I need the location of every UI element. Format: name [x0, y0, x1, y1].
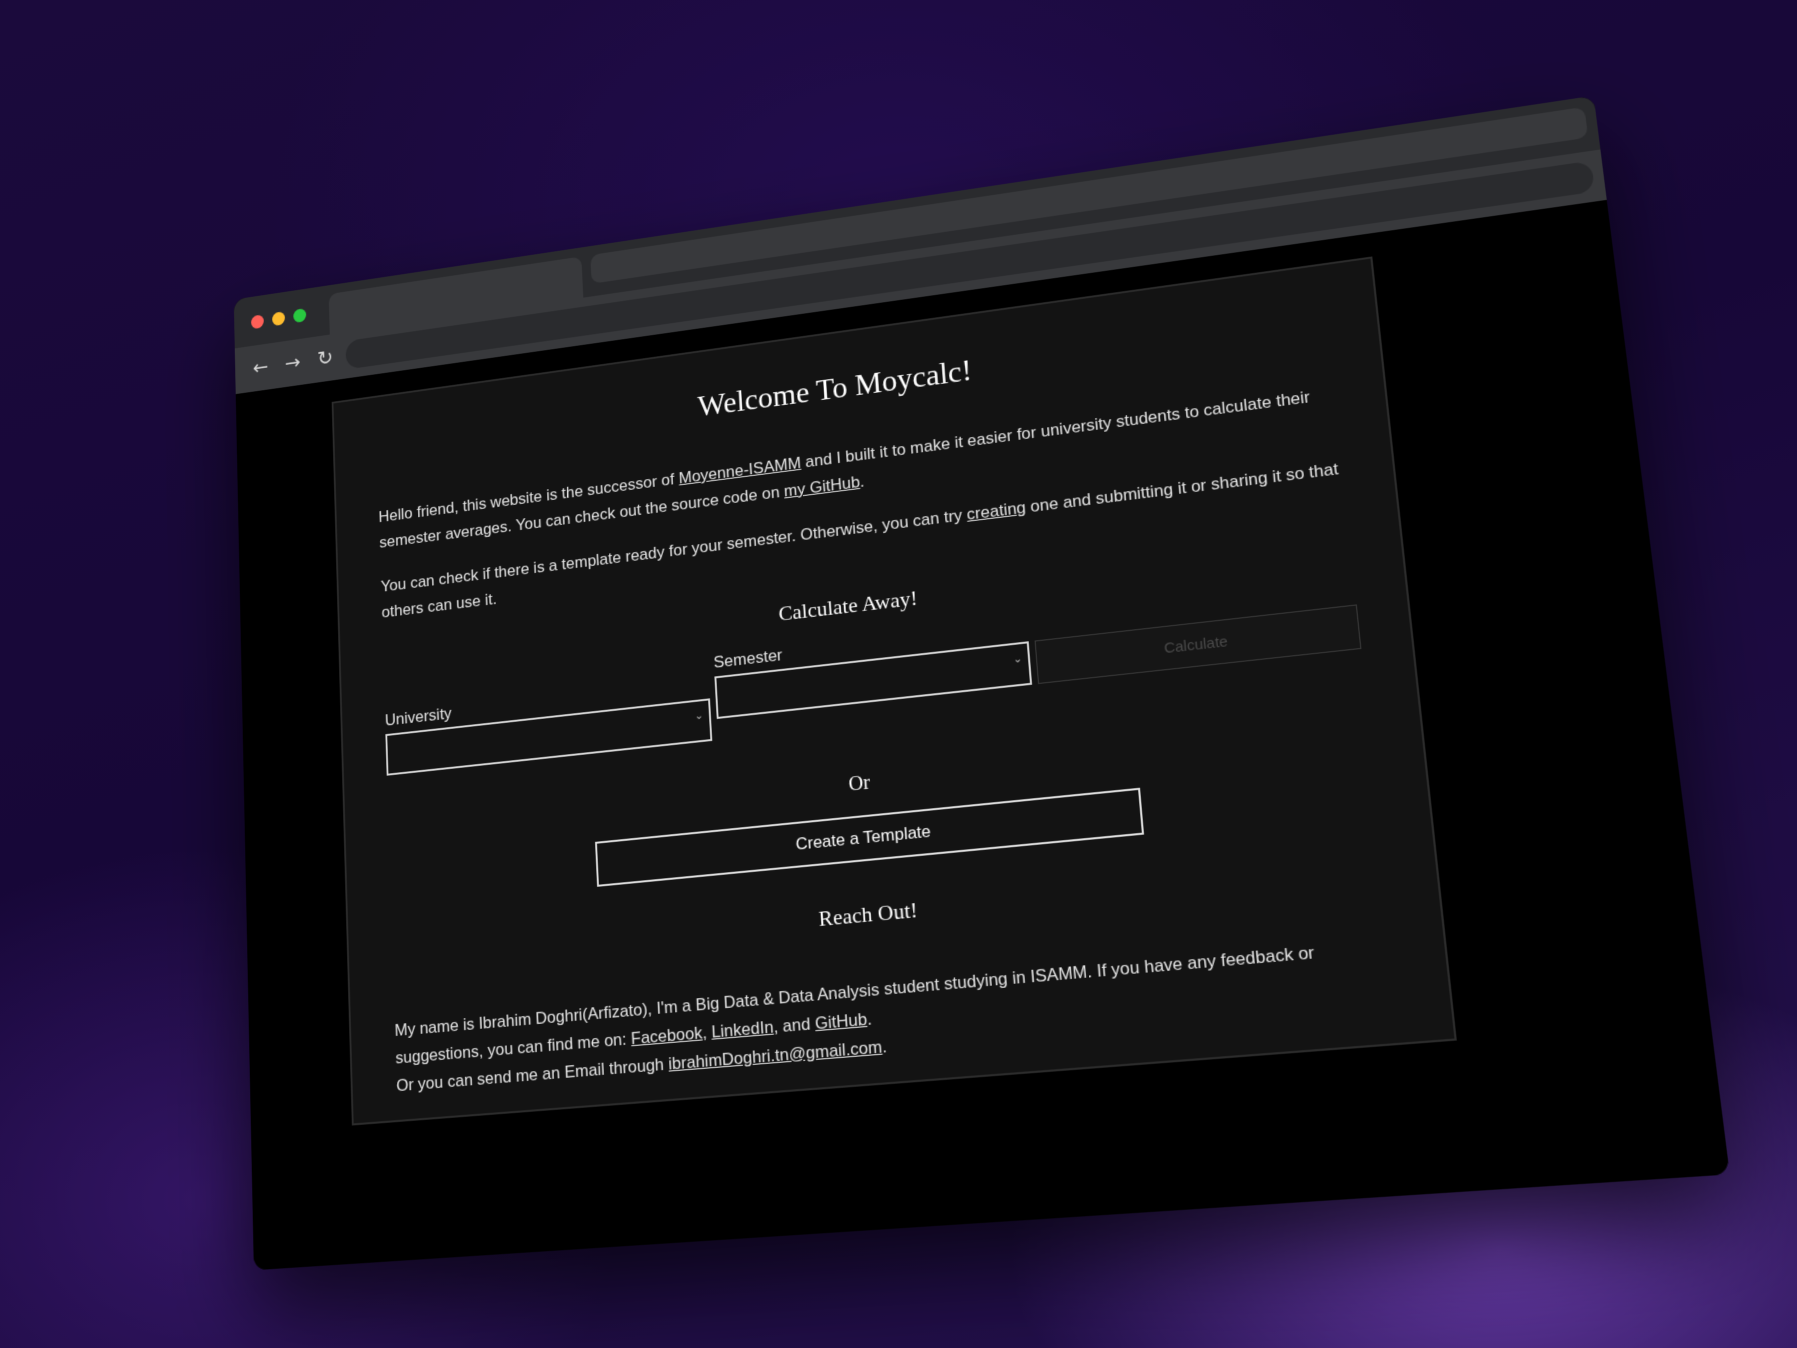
back-arrow-icon[interactable]: ←	[245, 354, 276, 380]
about-text: .	[881, 1037, 887, 1057]
about-paragraph: My name is Ibrahim Doghri(Arfizato), I'm…	[394, 932, 1400, 1100]
main-card: Welcome To Moycalc! Hello friend, this w…	[332, 256, 1457, 1125]
semester-field: Semester ⌄	[713, 618, 1032, 719]
minimize-window-button[interactable]	[272, 311, 285, 326]
browser-window: ← → ↻ Welcome To Moycalc! Hello friend, …	[234, 96, 1730, 1271]
reload-icon[interactable]: ↻	[310, 345, 341, 372]
chevron-down-icon: ⌄	[694, 709, 703, 722]
calculate-button[interactable]: Calculate	[1035, 604, 1362, 684]
creating-link[interactable]: creating	[966, 498, 1026, 524]
stage: ← → ↻ Welcome To Moycalc! Hello friend, …	[0, 0, 1797, 1348]
linkedin-link[interactable]: LinkedIn	[711, 1017, 774, 1041]
chevron-down-icon: ⌄	[1013, 652, 1023, 666]
github-link[interactable]: GitHub	[814, 1010, 867, 1034]
my-github-link[interactable]: my GitHub	[783, 473, 860, 501]
intro-text: .	[859, 472, 865, 491]
about-text: , and	[773, 1014, 816, 1037]
about-text: .	[866, 1009, 872, 1029]
facebook-link[interactable]: Facebook	[631, 1023, 703, 1048]
university-field: University ⌄	[385, 675, 713, 775]
forward-arrow-icon[interactable]: →	[277, 350, 308, 376]
window-controls	[251, 308, 306, 329]
close-window-button[interactable]	[251, 314, 264, 329]
maximize-window-button[interactable]	[293, 308, 306, 323]
